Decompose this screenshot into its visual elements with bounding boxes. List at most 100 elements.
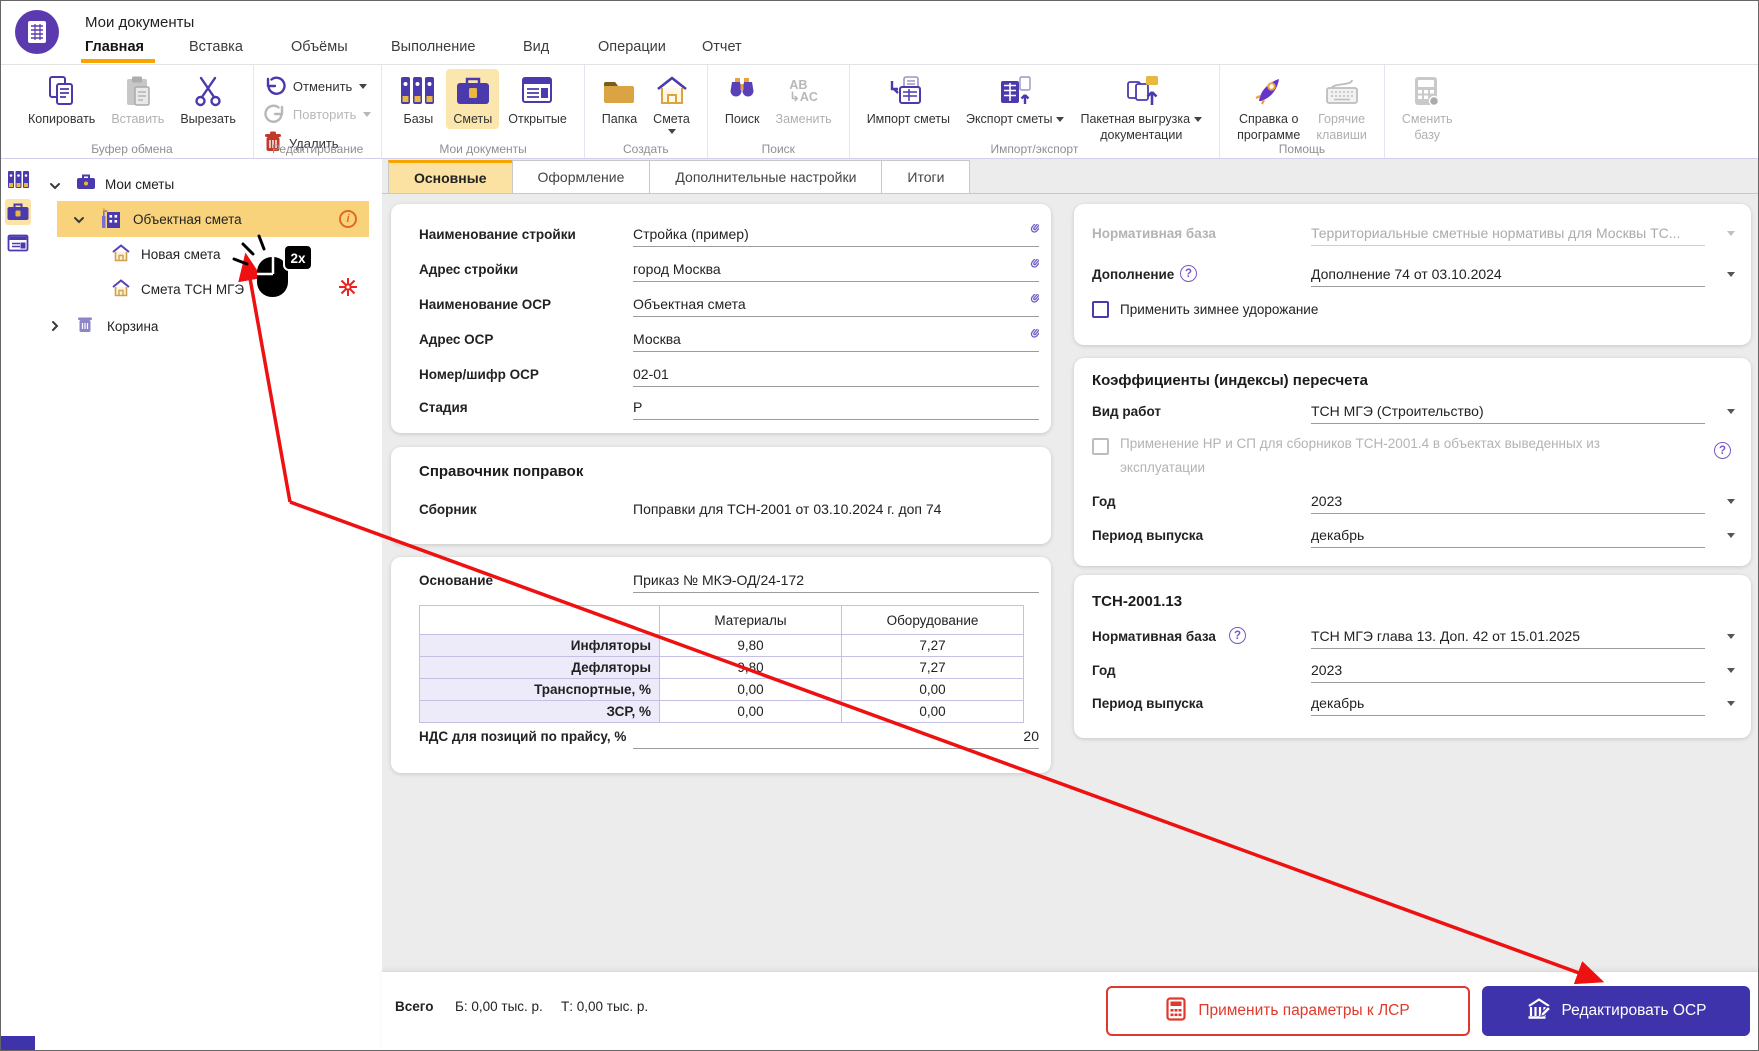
redo-button[interactable]: Повторить bbox=[264, 103, 372, 126]
normbase-select[interactable]: Территориальные сметные нормативы для Мо… bbox=[1311, 223, 1705, 246]
rail-open-icon[interactable] bbox=[5, 231, 31, 257]
winter-checkbox[interactable] bbox=[1092, 301, 1109, 318]
osr-number-field[interactable]: 02-01 bbox=[633, 364, 1039, 387]
group-label-search: Поиск bbox=[761, 142, 795, 156]
nrsp-checkbox-label: эксплуатации bbox=[1120, 460, 1206, 475]
osr-address-field[interactable]: Москва bbox=[633, 329, 1039, 352]
undo-button[interactable]: Отменить bbox=[264, 75, 371, 98]
total-label: Всего bbox=[395, 999, 434, 1014]
application-window: Мои документы Главная Вставка Объёмы Вып… bbox=[0, 0, 1759, 1051]
tsn13-base-select[interactable]: ТСН МГЭ глава 13. Доп. 42 от 15.01.2025 bbox=[1311, 626, 1705, 649]
import-estimate-button[interactable]: Импорт сметы bbox=[860, 69, 957, 129]
nrsp-checkbox-label: Применение НР и СП для сборников ТСН-200… bbox=[1120, 436, 1600, 451]
group-label-clipboard: Буфер обмена bbox=[91, 142, 173, 156]
new-estimate-button[interactable]: Смета bbox=[646, 69, 697, 137]
dropdown-icon[interactable] bbox=[1727, 499, 1735, 504]
menu-tab-execution[interactable]: Выполнение bbox=[391, 39, 475, 55]
dropdown-icon[interactable] bbox=[1727, 701, 1735, 706]
vat-field[interactable]: 20 bbox=[633, 726, 1039, 749]
addition-select[interactable]: Дополнение 74 от 03.10.2024 bbox=[1311, 264, 1705, 287]
undo-dropdown-icon[interactable] bbox=[359, 84, 368, 89]
main-content: Основные Оформление Дополнительные настр… bbox=[382, 159, 1758, 1050]
rail-bases-icon[interactable] bbox=[5, 167, 31, 193]
help-icon[interactable]: ? bbox=[1229, 627, 1246, 644]
export-estimate-button[interactable]: Экспорт сметы bbox=[959, 69, 1072, 129]
tsn13-year-select[interactable]: 2023 bbox=[1311, 660, 1705, 683]
paperclip-icon[interactable] bbox=[1022, 294, 1039, 311]
dropdown-icon[interactable] bbox=[1727, 533, 1735, 538]
chevron-down-icon[interactable] bbox=[73, 213, 85, 231]
dropdown-icon[interactable] bbox=[1727, 231, 1735, 236]
dropdown-icon[interactable] bbox=[1727, 272, 1735, 277]
export-dropdown-icon[interactable] bbox=[1056, 117, 1065, 122]
briefcase-icon bbox=[454, 72, 492, 110]
redo-dropdown-icon[interactable] bbox=[363, 112, 372, 117]
dropdown-icon[interactable] bbox=[1727, 668, 1735, 673]
copy-button[interactable]: Копировать bbox=[21, 69, 102, 129]
change-base-button[interactable]: Сменить базу bbox=[1395, 69, 1460, 145]
paperclip-icon[interactable] bbox=[1022, 224, 1039, 241]
tree-item-recycle-bin[interactable]: Корзина bbox=[107, 319, 158, 334]
menu-tab-home[interactable]: Главная bbox=[85, 39, 144, 55]
tree-item-tsn-mge-estimate[interactable]: Смета ТСН МГЭ bbox=[141, 282, 244, 297]
hotkeys-button[interactable]: Горячие клавиши bbox=[1309, 69, 1374, 145]
rail-estimates-icon[interactable] bbox=[5, 199, 31, 225]
ribbon-group-create: Папка Смета Создать bbox=[585, 65, 708, 158]
paste-button[interactable]: Вставить bbox=[104, 69, 171, 129]
field-label: Стадия bbox=[419, 400, 468, 415]
collection-value[interactable]: Поправки для ТСН-2001 от 03.10.2024 г. д… bbox=[633, 499, 1039, 521]
active-tab-underline bbox=[81, 59, 155, 63]
tsn13-period-select[interactable]: декабрь bbox=[1311, 693, 1705, 716]
dropdown-icon[interactable] bbox=[1727, 634, 1735, 639]
paperclip-icon[interactable] bbox=[1022, 329, 1039, 346]
card-tsn13: ТСН-2001.13 Нормативная база ? ТСН МГЭ г… bbox=[1074, 575, 1751, 738]
new-estimate-dropdown-icon[interactable] bbox=[667, 129, 676, 134]
tab-extra-settings[interactable]: Дополнительные настройки bbox=[649, 160, 883, 193]
help-icon[interactable]: ? bbox=[1180, 265, 1197, 282]
table-header-row: Материалы Оборудование bbox=[419, 605, 1024, 635]
help-icon[interactable]: ? bbox=[1714, 442, 1731, 459]
batch-export-button[interactable]: Пакетная выгрузка документации bbox=[1073, 69, 1209, 145]
year-select[interactable]: 2023 bbox=[1311, 491, 1705, 514]
tree-item-new-estimate[interactable]: Новая смета bbox=[141, 247, 220, 262]
menu-tab-view[interactable]: Вид bbox=[523, 39, 549, 55]
bases-button[interactable]: Базы bbox=[392, 69, 444, 129]
replace-button[interactable]: AB ↳AC Заменить bbox=[769, 69, 839, 129]
osr-name-field[interactable]: Объектная смета bbox=[633, 294, 1039, 317]
stage-field[interactable]: Р bbox=[633, 397, 1039, 420]
basis-value-field[interactable]: Приказ № МКЭ-ОД/24-172 bbox=[633, 570, 1039, 593]
edit-osr-button[interactable]: Редактировать ОСР bbox=[1482, 986, 1750, 1036]
construction-name-field[interactable]: Стройка (пример) bbox=[633, 224, 1039, 247]
menu-tab-volumes[interactable]: Объёмы bbox=[291, 39, 348, 55]
worktype-label: Вид работ bbox=[1092, 404, 1161, 419]
chevron-down-icon[interactable] bbox=[49, 179, 61, 197]
construction-address-field[interactable]: город Москва bbox=[633, 259, 1039, 282]
search-button[interactable]: Поиск bbox=[718, 69, 767, 129]
cut-button[interactable]: Вырезать bbox=[173, 69, 243, 129]
info-icon[interactable]: i bbox=[339, 210, 357, 228]
menu-tab-operations[interactable]: Операции bbox=[598, 39, 666, 55]
tab-main[interactable]: Основные bbox=[388, 160, 513, 193]
open-documents-button[interactable]: Открытые bbox=[501, 69, 574, 129]
rocket-icon bbox=[1253, 72, 1285, 110]
menu-tab-report[interactable]: Отчет bbox=[702, 39, 742, 55]
tree-item-object-estimate[interactable]: Объектная смета bbox=[133, 212, 242, 227]
apply-parameters-button[interactable]: Применить параметры к ЛСР bbox=[1106, 986, 1470, 1036]
period-select[interactable]: декабрь bbox=[1311, 525, 1705, 548]
dropdown-icon[interactable] bbox=[1727, 409, 1735, 414]
chevron-right-icon[interactable] bbox=[49, 319, 61, 337]
estimates-button[interactable]: Сметы bbox=[446, 69, 500, 129]
nrsp-checkbox[interactable] bbox=[1092, 438, 1109, 455]
menu-tab-insert[interactable]: Вставка bbox=[189, 39, 243, 55]
tab-totals[interactable]: Итоги bbox=[881, 160, 971, 193]
about-button[interactable]: Справка о программе bbox=[1230, 69, 1307, 145]
batch-export-dropdown-icon[interactable] bbox=[1194, 117, 1203, 122]
collection-label: Сборник bbox=[419, 502, 477, 517]
tab-design[interactable]: Оформление bbox=[511, 160, 651, 193]
tree-item-my-estimates[interactable]: Мои сметы bbox=[105, 177, 174, 192]
worktype-select[interactable]: ТСН МГЭ (Строительство) bbox=[1311, 401, 1705, 424]
field-label: Наименование ОСР bbox=[419, 297, 552, 312]
paperclip-icon[interactable] bbox=[1022, 259, 1039, 276]
year-label: Год bbox=[1092, 663, 1116, 678]
new-folder-button[interactable]: Папка bbox=[595, 69, 644, 129]
